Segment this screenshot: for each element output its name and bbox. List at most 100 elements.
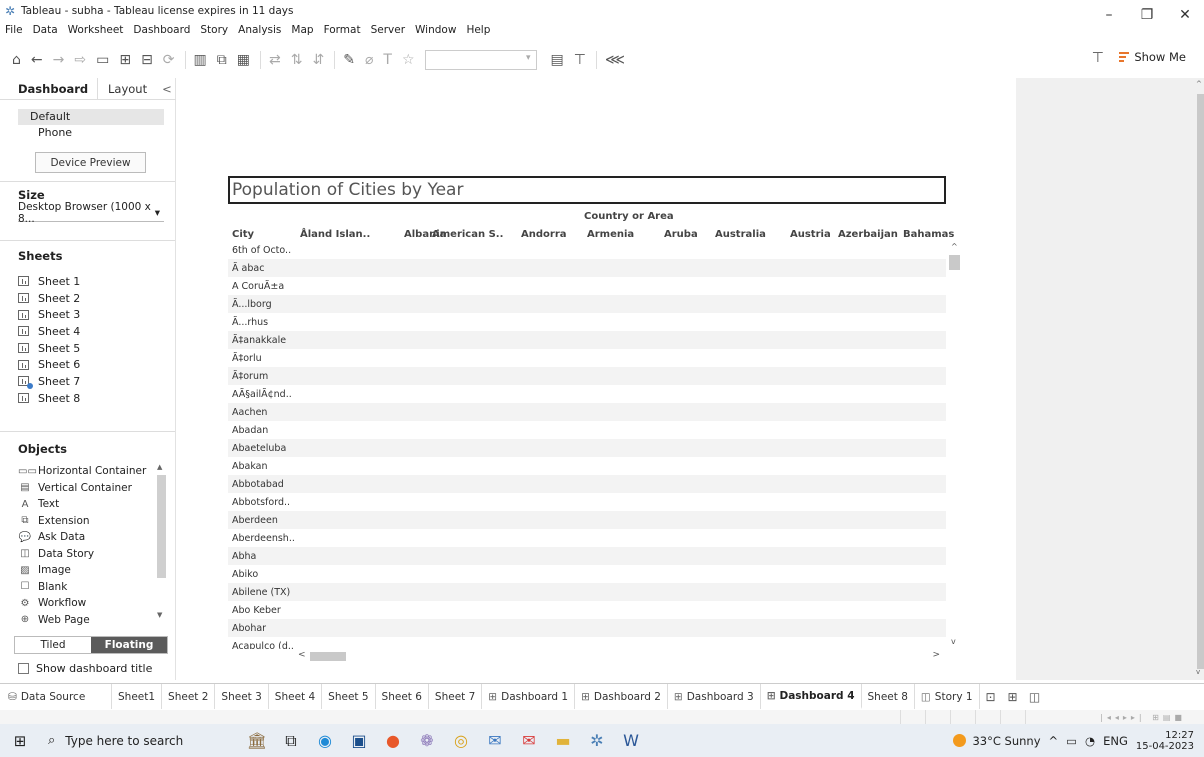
show-cards-icon[interactable]: ▤ xyxy=(551,52,564,68)
sheet-navigation-icon[interactable]: |◂◂▸▸| ⊞▤■ xyxy=(1100,713,1186,722)
city-widget-icon[interactable]: 🏛 xyxy=(240,731,274,750)
task-view-icon[interactable]: ⧉ xyxy=(274,731,308,751)
table-row[interactable]: Ã‡anakkale xyxy=(228,331,946,349)
object-item[interactable]: ▭▭ Horizontal Container xyxy=(18,463,158,480)
new-dashboard-icon[interactable]: ⊞ xyxy=(1002,690,1024,704)
share-icon[interactable]: ⋘ xyxy=(605,52,625,68)
show-title-checkbox[interactable]: Show dashboard title xyxy=(18,662,152,675)
menu-item-dashboard[interactable]: Dashboard xyxy=(133,24,190,36)
sheet-item[interactable]: Sheet 5 xyxy=(18,340,80,357)
swap-icon[interactable]: ⇄ xyxy=(269,52,281,68)
menu-item-analysis[interactable]: Analysis xyxy=(238,24,281,36)
table-row[interactable]: AÃ§ailÃ¢nd.. xyxy=(228,385,946,403)
chevron-up-icon[interactable]: ^ xyxy=(1049,734,1059,748)
menu-item-map[interactable]: Map xyxy=(291,24,313,36)
menu-item-file[interactable]: File xyxy=(5,24,23,36)
row-header-city[interactable]: City xyxy=(232,229,254,240)
duplicate-icon[interactable]: ⧉ xyxy=(217,52,227,68)
scroll-down-icon[interactable]: ▼ xyxy=(157,611,162,619)
new-data-source-icon[interactable]: ⊞ xyxy=(119,52,131,68)
table-row[interactable]: Abiko xyxy=(228,565,946,583)
viz-title[interactable]: Population of Cities by Year xyxy=(228,176,946,204)
clear-sheet-icon[interactable]: ▦ xyxy=(237,52,250,68)
table-row[interactable]: Abbotabad xyxy=(228,475,946,493)
table-row[interactable]: Abohar xyxy=(228,619,946,637)
outlook-icon[interactable]: ✉ xyxy=(512,731,546,750)
menu-item-server[interactable]: Server xyxy=(371,24,405,36)
tab-data-source[interactable]: ⛁ Data Source xyxy=(0,684,112,709)
home-icon[interactable]: ⌂ xyxy=(12,52,21,68)
object-item[interactable]: ◫ Data Story xyxy=(18,546,158,563)
scroll-left-icon[interactable]: < xyxy=(298,650,306,660)
column-header[interactable]: Andorra xyxy=(521,229,567,240)
object-item[interactable]: ⊕ Web Page xyxy=(18,612,158,629)
table-row[interactable]: Abilene (TX) xyxy=(228,583,946,601)
scroll-thumb[interactable] xyxy=(1197,94,1204,669)
fit-dropdown[interactable] xyxy=(424,49,537,70)
sheet-item[interactable]: Sheet 4 xyxy=(18,323,80,340)
table-row[interactable]: Ã...rhus xyxy=(228,313,946,331)
menu-item-window[interactable]: Window xyxy=(415,24,456,36)
presenter-icon[interactable]: ⊤ xyxy=(1092,50,1104,66)
back-icon[interactable]: ← xyxy=(31,52,43,68)
sheet-item[interactable]: Sheet 2 xyxy=(18,290,80,307)
table-row[interactable]: Aberdeensh.. xyxy=(228,529,946,547)
object-item[interactable]: ☐ Blank xyxy=(18,579,158,596)
tab-sheet-3[interactable]: Sheet 3 xyxy=(215,684,269,709)
clock[interactable]: 12:27 15-04-2023 xyxy=(1136,730,1194,752)
paint-icon[interactable]: ❁ xyxy=(410,731,444,750)
table-row[interactable]: Abakan xyxy=(228,457,946,475)
menu-item-data[interactable]: Data xyxy=(33,24,58,36)
new-worksheet-icon[interactable]: ⊡ xyxy=(980,690,1002,704)
objects-scrollbar[interactable]: ▲ ▼ xyxy=(156,463,166,623)
viz-vertical-scrollbar[interactable]: ^ v xyxy=(947,241,961,649)
chrome-icon[interactable]: ◎ xyxy=(444,731,478,750)
menu-item-help[interactable]: Help xyxy=(466,24,490,36)
close-button[interactable]: ✕ xyxy=(1166,0,1204,30)
column-header[interactable]: Bahamas xyxy=(903,229,954,240)
scroll-up-icon[interactable]: ^ xyxy=(1196,80,1202,88)
new-story-icon[interactable]: ◫ xyxy=(1024,690,1046,704)
weather-icon[interactable] xyxy=(953,734,967,747)
table-row[interactable]: A CoruÃ±a xyxy=(228,277,946,295)
tab-dashboard-3[interactable]: ⊞ Dashboard 3 xyxy=(668,684,761,709)
sheet-item[interactable]: Sheet 3 xyxy=(18,306,80,323)
highlight-icon[interactable]: ✎ xyxy=(343,52,355,68)
store-icon[interactable]: ▣ xyxy=(342,731,376,750)
table-row[interactable]: Ã abac xyxy=(228,259,946,277)
column-header[interactable]: Aruba xyxy=(664,229,698,240)
sort-descending-icon[interactable]: ⇵ xyxy=(312,52,324,68)
new-worksheet-icon[interactable]: ▥ xyxy=(194,52,207,68)
table-row[interactable]: Abadan xyxy=(228,421,946,439)
table-row[interactable]: Abaeteluba xyxy=(228,439,946,457)
tab-dashboard-4[interactable]: ⊞ Dashboard 4 xyxy=(760,684,862,709)
sheet-item[interactable]: Sheet 6 xyxy=(18,356,80,373)
object-item[interactable]: ▤ Vertical Container xyxy=(18,480,158,497)
tab-sheet-7[interactable]: Sheet 7 xyxy=(429,684,483,709)
table-row[interactable]: Abbotsford.. xyxy=(228,493,946,511)
minimize-button[interactable]: – xyxy=(1090,0,1128,30)
weather-text[interactable]: 33°C Sunny xyxy=(972,734,1040,748)
scroll-thumb[interactable] xyxy=(157,475,166,578)
sheet-item[interactable]: Sheet 7 xyxy=(18,373,80,390)
tab-dashboard-2[interactable]: ⊞ Dashboard 2 xyxy=(575,684,668,709)
tab-layout[interactable]: Layout xyxy=(98,78,158,100)
label-icon[interactable]: T xyxy=(383,52,392,68)
tab-sheet-5[interactable]: Sheet 5 xyxy=(322,684,376,709)
menu-item-format[interactable]: Format xyxy=(324,24,361,36)
object-item[interactable]: ⧉ Extension xyxy=(18,513,158,530)
volume-icon[interactable]: ◔ xyxy=(1085,734,1095,748)
table-row[interactable]: Ã‡orum xyxy=(228,367,946,385)
scroll-thumb[interactable] xyxy=(310,652,346,661)
column-header[interactable]: Armenia xyxy=(587,229,634,240)
checkbox-icon[interactable] xyxy=(18,663,29,674)
tab-sheet-6[interactable]: Sheet 6 xyxy=(376,684,429,709)
viz-horizontal-scrollbar[interactable]: < > xyxy=(296,650,946,662)
tab-dashboard[interactable]: Dashboard xyxy=(0,78,98,100)
edge-browser-icon[interactable]: ◉ xyxy=(308,731,342,750)
tab-sheet-4[interactable]: Sheet 4 xyxy=(269,684,323,709)
object-item[interactable]: ⚙ Workflow xyxy=(18,595,158,612)
pause-updates-icon[interactable]: ⊟ xyxy=(141,52,153,68)
tab-dashboard-1[interactable]: ⊞ Dashboard 1 xyxy=(482,684,576,709)
column-header[interactable]: Austria xyxy=(790,229,831,240)
